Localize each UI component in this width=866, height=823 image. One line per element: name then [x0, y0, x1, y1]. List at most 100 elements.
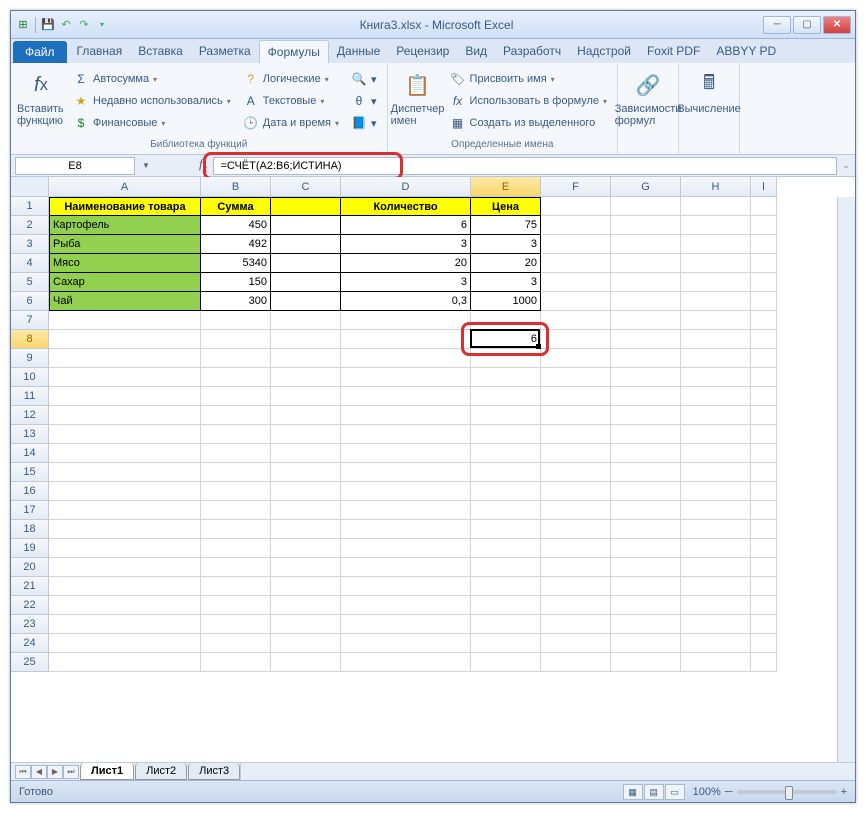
file-tab[interactable]: Файл [13, 41, 67, 63]
last-sheet-button[interactable]: ⏭ [63, 765, 79, 779]
first-sheet-button[interactable]: ⏮ [15, 765, 31, 779]
cell-r11c8[interactable] [751, 387, 777, 406]
cell-r20c1[interactable] [201, 558, 271, 577]
row-header-16[interactable]: 16 [11, 482, 49, 501]
cell-r20c8[interactable] [751, 558, 777, 577]
cell-r24c0[interactable] [49, 634, 201, 653]
ribbon-tab-1[interactable]: Вставка [130, 40, 191, 63]
ribbon-tab-6[interactable]: Вид [457, 40, 495, 63]
cell-r17c3[interactable] [341, 501, 471, 520]
cell-r10c6[interactable] [611, 368, 681, 387]
cell-r12c5[interactable] [541, 406, 611, 425]
cell-r19c2[interactable] [271, 539, 341, 558]
cell-r16c5[interactable] [541, 482, 611, 501]
cell-r8c3[interactable] [341, 330, 471, 349]
cell-r8c8[interactable] [751, 330, 777, 349]
cell[interactable] [751, 197, 777, 216]
cell-r22c7[interactable] [681, 596, 751, 615]
cell-r20c6[interactable] [611, 558, 681, 577]
cell-r24c7[interactable] [681, 634, 751, 653]
cell-r22c1[interactable] [201, 596, 271, 615]
cell[interactable] [541, 273, 611, 292]
cell-r14c5[interactable] [541, 444, 611, 463]
cell-r23c5[interactable] [541, 615, 611, 634]
cell-r21c1[interactable] [201, 577, 271, 596]
ribbon-tab-7[interactable]: Разработч [495, 40, 569, 63]
col-header-I[interactable]: I [751, 177, 777, 197]
cell-r19c3[interactable] [341, 539, 471, 558]
cell-r12c2[interactable] [271, 406, 341, 425]
cell-qty-3[interactable]: 3 [341, 273, 471, 292]
col-header-D[interactable]: D [341, 177, 471, 197]
sheet-tab-0[interactable]: Лист1 [80, 763, 134, 780]
row-header-14[interactable]: 14 [11, 444, 49, 463]
assign-name-button[interactable]: 🏷Присвоить имя [446, 69, 612, 89]
cell-r12c0[interactable] [49, 406, 201, 425]
ribbon-tab-8[interactable]: Надстрой [569, 40, 639, 63]
cell-r8c6[interactable] [611, 330, 681, 349]
cell-r14c2[interactable] [271, 444, 341, 463]
cell-sum-2[interactable]: 5340 [201, 254, 271, 273]
minimize-button[interactable]: ─ [763, 16, 791, 34]
cell-r25c6[interactable] [611, 653, 681, 672]
row-header-8[interactable]: 8 [11, 330, 49, 349]
cell-r21c7[interactable] [681, 577, 751, 596]
cell-r22c5[interactable] [541, 596, 611, 615]
cell-r8c2[interactable] [271, 330, 341, 349]
row-header-3[interactable]: 3 [11, 235, 49, 254]
cell[interactable] [751, 216, 777, 235]
datetime-button[interactable]: 🕒Дата и время [239, 113, 343, 133]
cell[interactable] [751, 273, 777, 292]
cell-r13c3[interactable] [341, 425, 471, 444]
maximize-button[interactable]: ▢ [793, 16, 821, 34]
row-header-15[interactable]: 15 [11, 463, 49, 482]
vertical-scrollbar[interactable] [837, 197, 855, 762]
cell-r10c8[interactable] [751, 368, 777, 387]
col-header-E[interactable]: E [471, 177, 541, 197]
prev-sheet-button[interactable]: ◀ [31, 765, 47, 779]
cell-r17c5[interactable] [541, 501, 611, 520]
cell-r8c0[interactable] [49, 330, 201, 349]
formula-dependencies-button[interactable]: 🔗 Зависимости формул [624, 65, 672, 127]
cell-r20c5[interactable] [541, 558, 611, 577]
cell-r7c6[interactable] [611, 311, 681, 330]
cell-r13c5[interactable] [541, 425, 611, 444]
cell[interactable] [541, 197, 611, 216]
cell-r19c8[interactable] [751, 539, 777, 558]
row-header-5[interactable]: 5 [11, 273, 49, 292]
cell-r20c2[interactable] [271, 558, 341, 577]
logical-button[interactable]: ?Логические [239, 69, 343, 89]
cell-name-0[interactable]: Картофель [49, 216, 201, 235]
cell-r17c4[interactable] [471, 501, 541, 520]
page-layout-button[interactable]: ▤ [644, 784, 664, 800]
cell-r25c8[interactable] [751, 653, 777, 672]
cell-r9c7[interactable] [681, 349, 751, 368]
cell-r25c3[interactable] [341, 653, 471, 672]
cell-r7c3[interactable] [341, 311, 471, 330]
cell-r12c6[interactable] [611, 406, 681, 425]
cell-r16c3[interactable] [341, 482, 471, 501]
ribbon-tab-3[interactable]: Формулы [259, 40, 329, 63]
cell-price-2[interactable]: 20 [471, 254, 541, 273]
normal-view-button[interactable]: ▦ [623, 784, 643, 800]
col-header-F[interactable]: F [541, 177, 611, 197]
cell-r24c6[interactable] [611, 634, 681, 653]
use-in-formula-button[interactable]: fxИспользовать в формуле [446, 91, 612, 111]
cell-r11c5[interactable] [541, 387, 611, 406]
cell-r13c8[interactable] [751, 425, 777, 444]
cell-r11c1[interactable] [201, 387, 271, 406]
zoom-in-button[interactable]: + [841, 786, 847, 798]
cell[interactable] [611, 235, 681, 254]
math-button[interactable]: θ▾ [347, 91, 381, 111]
cell-r10c2[interactable] [271, 368, 341, 387]
row-header-18[interactable]: 18 [11, 520, 49, 539]
row-header-17[interactable]: 17 [11, 501, 49, 520]
row-header-11[interactable]: 11 [11, 387, 49, 406]
cell-r13c2[interactable] [271, 425, 341, 444]
cell-r23c3[interactable] [341, 615, 471, 634]
cell-c-0[interactable] [271, 216, 341, 235]
cell-r14c4[interactable] [471, 444, 541, 463]
cell-r17c1[interactable] [201, 501, 271, 520]
row-header-4[interactable]: 4 [11, 254, 49, 273]
qat-dropdown-icon[interactable]: ▾ [94, 17, 110, 33]
